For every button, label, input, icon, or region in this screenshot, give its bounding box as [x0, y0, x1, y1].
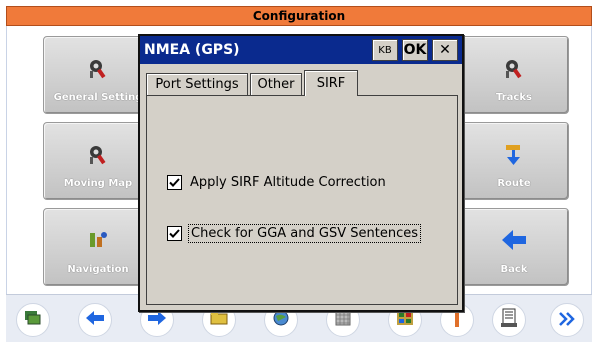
forward-icon — [147, 310, 167, 330]
document-button[interactable] — [492, 303, 526, 337]
table-icon — [396, 310, 414, 330]
tab-other[interactable]: Other — [250, 73, 302, 95]
tracks-tile[interactable]: Tracks — [459, 36, 569, 114]
tab-port-settings[interactable]: Port Settings — [146, 73, 248, 95]
ok-button[interactable]: OK — [402, 39, 428, 61]
sirf-altitude-option[interactable]: Apply SIRF Altitude Correction — [167, 174, 388, 191]
ok-label: OK — [403, 42, 427, 58]
app-title-bar: Configuration — [6, 6, 592, 26]
layers-button[interactable] — [16, 303, 50, 337]
back-tile[interactable]: Back — [459, 208, 569, 286]
keyboard-button[interactable]: KB — [372, 39, 398, 61]
moving-map-tile[interactable]: Moving Map — [43, 122, 153, 200]
close-icon: ✕ — [439, 42, 451, 58]
tile-label: General Setting — [53, 92, 143, 103]
gga-gsv-option[interactable]: Check for GGA and GSV Sentences — [167, 224, 421, 243]
back-arrow-icon — [501, 229, 527, 255]
app-title: Configuration — [252, 9, 346, 23]
layers-icon — [23, 309, 43, 331]
tab-sirf[interactable]: SIRF — [304, 70, 358, 96]
gear-tools-icon — [87, 143, 109, 169]
back-button[interactable] — [78, 303, 112, 337]
gga-gsv-checkbox[interactable] — [167, 226, 182, 241]
tile-label: Tracks — [496, 92, 532, 103]
panel-divider — [146, 95, 458, 96]
tile-label: Back — [500, 264, 528, 275]
checkmark-icon — [169, 229, 180, 238]
gear-tools-icon — [503, 57, 525, 83]
route-tile[interactable]: Route — [459, 122, 569, 200]
close-button[interactable]: ✕ — [432, 39, 458, 61]
sirf-altitude-label: Apply SIRF Altitude Correction — [190, 175, 386, 190]
keyboard-label: KB — [378, 44, 392, 56]
route-icon — [503, 143, 525, 171]
sirf-altitude-checkbox[interactable] — [167, 175, 182, 190]
grid-icon — [335, 310, 351, 330]
sirf-panel: Apply SIRF Altitude Correction Check for… — [146, 95, 458, 305]
gear-tools-icon — [87, 57, 109, 83]
back-icon — [85, 310, 105, 330]
tile-label: Moving Map — [63, 178, 133, 189]
navigation-tile[interactable]: Navigation — [43, 208, 153, 286]
nmea-dialog: NMEA (GPS) KB OK ✕ Port Settings Other S… — [138, 34, 464, 312]
configuration-screen: Configuration General Setting Moving Map… — [0, 0, 596, 344]
document-icon — [500, 308, 518, 332]
tile-label: Route — [497, 178, 531, 189]
checkmark-icon — [169, 178, 180, 187]
gga-gsv-label: Check for GGA and GSV Sentences — [188, 224, 421, 243]
more-icon — [558, 311, 576, 330]
dialog-title: NMEA (GPS) — [144, 42, 240, 58]
tile-label: Navigation — [67, 264, 129, 275]
navigation-icon — [87, 229, 109, 255]
folder-icon — [209, 310, 229, 330]
more-button[interactable] — [550, 303, 584, 337]
tab-label: Other — [257, 77, 295, 92]
tab-label: SIRF — [316, 76, 346, 91]
globe-icon — [272, 309, 290, 331]
tab-label: Port Settings — [155, 77, 239, 92]
dialog-title-bar: NMEA (GPS) KB OK ✕ — [140, 36, 462, 64]
general-settings-tile[interactable]: General Setting — [43, 36, 153, 114]
